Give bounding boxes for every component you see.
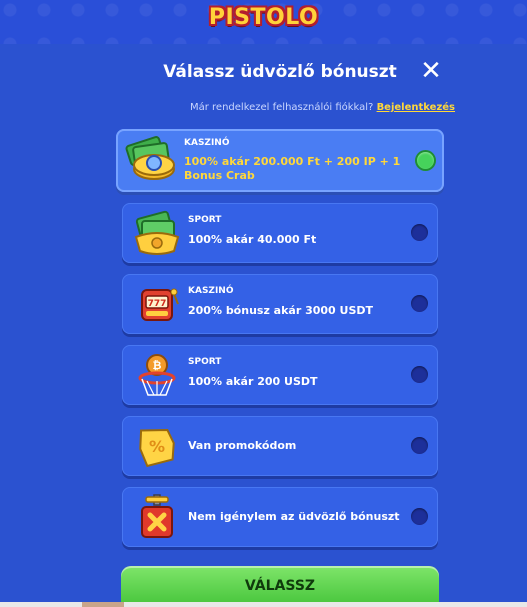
pistolo-logo[interactable]: PISTOLO xyxy=(0,5,527,30)
bottom-strip-segment xyxy=(82,602,124,607)
bitcoin-basketball-icon: ₿ xyxy=(138,354,176,396)
option-description: 100% akár 200 USDT xyxy=(188,375,318,388)
choose-button[interactable]: VÁLASSZ xyxy=(121,566,439,607)
radio-unselected[interactable] xyxy=(411,295,428,312)
login-prompt: Már rendelkezel felhasználói fiókkal? Be… xyxy=(0,102,527,113)
svg-text:%: % xyxy=(149,437,165,456)
option-description: 100% akár 40.000 Ft xyxy=(188,233,317,246)
option-category: KASZINÓ xyxy=(188,286,234,296)
option-category: SPORT xyxy=(188,357,222,367)
cash-coin-icon xyxy=(125,136,175,180)
radio-selected[interactable] xyxy=(417,152,434,169)
bonus-option-promo-code[interactable]: % Van promokódom xyxy=(122,416,438,476)
slot-machine-icon: 777 xyxy=(141,288,179,321)
radio-unselected[interactable] xyxy=(411,437,428,454)
dialog-title: Válassz üdvözlő bónuszt xyxy=(163,62,397,82)
option-description: Van promokódom xyxy=(188,439,297,452)
bonus-option-sport-40000[interactable]: SPORT 100% akár 40.000 Ft xyxy=(122,203,438,263)
option-description: Nem igénylem az üdvözlő bónuszt xyxy=(188,510,400,523)
top-bar: PISTOLO xyxy=(0,0,527,44)
bonus-option-sport-usdt[interactable]: ₿ SPORT 100% akár 200 USDT xyxy=(122,345,438,405)
radio-unselected[interactable] xyxy=(411,508,428,525)
close-icon[interactable]: ✕ xyxy=(418,58,444,84)
bonus-option-no-bonus[interactable]: Nem igénylem az üdvözlő bónuszt xyxy=(122,487,438,547)
option-category: SPORT xyxy=(188,215,222,225)
svg-text:₿: ₿ xyxy=(153,359,162,372)
svg-text:777: 777 xyxy=(148,299,167,309)
bottom-strip xyxy=(0,602,527,607)
login-link[interactable]: Bejelentkezés xyxy=(377,102,455,113)
percent-ticket-icon: % xyxy=(139,428,175,468)
no-bonus-box-icon xyxy=(141,494,173,538)
radio-unselected[interactable] xyxy=(411,224,428,241)
radio-unselected[interactable] xyxy=(411,366,428,383)
option-category: KASZINÓ xyxy=(184,138,230,148)
bonus-option-casino-usdt[interactable]: 777 KASZINÓ 200% bónusz akár 3000 USDT xyxy=(122,274,438,334)
cash-bag-icon xyxy=(134,210,180,255)
option-description: 200% bónusz akár 3000 USDT xyxy=(188,304,374,317)
bonus-option-casino-200000[interactable]: KASZINÓ 100% akár 200.000 Ft + 200 IP + … xyxy=(116,129,444,192)
option-description: 100% akár 200.000 Ft + 200 IP + 1 Bonus … xyxy=(184,155,401,182)
login-question: Már rendelkezel felhasználói fiókkal? xyxy=(189,102,374,113)
